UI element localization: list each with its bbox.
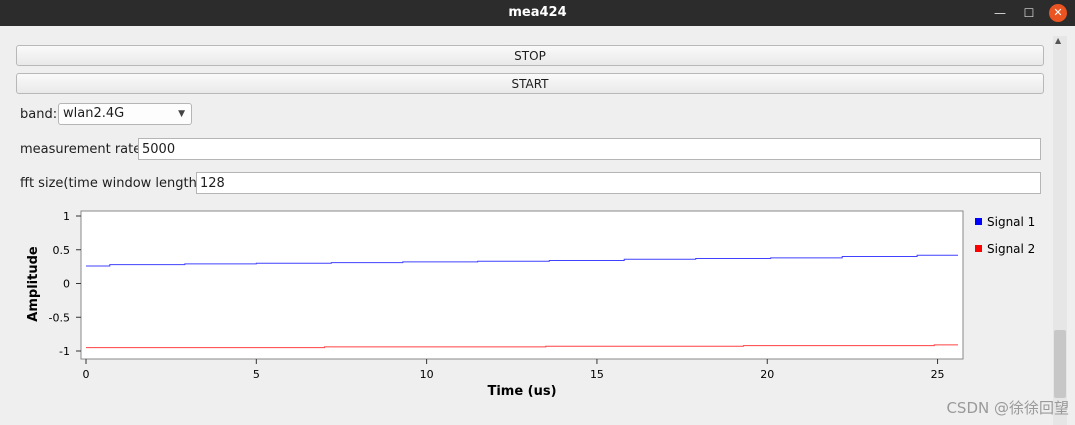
- x-tick-label: 25: [931, 368, 945, 381]
- minimize-button[interactable]: —: [991, 4, 1009, 22]
- y-axis-label: Amplitude: [26, 246, 41, 322]
- start-button[interactable]: START: [16, 73, 1044, 94]
- x-axis-label: Time (us): [487, 384, 556, 399]
- fft-size-input[interactable]: [196, 172, 1041, 194]
- stop-button[interactable]: STOP: [16, 45, 1044, 66]
- x-tick-label: 20: [760, 368, 774, 381]
- x-tick-label: 5: [253, 368, 260, 381]
- y-tick-label: 0.5: [53, 244, 71, 257]
- amplitude-chart: 0 5 10 15 20 25 1 0.5 0 -0.5 -1 Signal 1 Signal 2 T…: [26, 210, 1035, 399]
- y-tick-label: -0.5: [49, 311, 70, 324]
- y-tick-label: 1: [63, 210, 70, 223]
- band-select-value: wlan2.4G: [63, 106, 125, 121]
- scroll-up-icon[interactable]: ▲: [1055, 36, 1061, 45]
- band-label: band:: [20, 107, 58, 122]
- watermark-text: CSDN @徐徐回望: [946, 399, 1069, 417]
- legend-swatch-1: [975, 218, 982, 225]
- x-tick-label: 0: [83, 368, 90, 381]
- measurement-rate-input[interactable]: [138, 138, 1041, 160]
- band-select[interactable]: wlan2.4G ▼: [58, 103, 192, 125]
- chevron-down-icon: ▼: [178, 109, 185, 119]
- x-tick-label: 15: [590, 368, 604, 381]
- legend-swatch-2: [975, 245, 982, 252]
- close-button[interactable]: ✕: [1049, 4, 1067, 22]
- window-titlebar: mea424 — ☐ ✕: [0, 0, 1075, 26]
- measurement-rate-label: measurement rate:: [20, 142, 146, 157]
- y-tick-label: -1: [59, 345, 70, 358]
- plot-area: [80, 210, 964, 360]
- legend-label-1: Signal 1: [987, 215, 1035, 229]
- fft-size-label: fft size(time window length):: [20, 176, 207, 191]
- x-tick-label: 10: [420, 368, 434, 381]
- maximize-button[interactable]: ☐: [1020, 4, 1038, 22]
- scrollbar-thumb[interactable]: [1054, 330, 1066, 398]
- y-tick-label: 0: [63, 278, 70, 291]
- window-title: mea424: [508, 5, 567, 20]
- legend-label-2: Signal 2: [987, 242, 1035, 256]
